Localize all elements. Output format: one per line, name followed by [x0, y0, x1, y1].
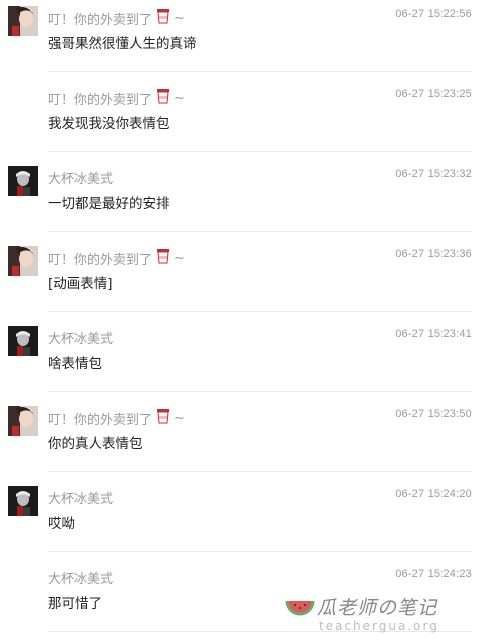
sender-name[interactable]: 叮！你的外卖到了 ~ [48, 88, 185, 108]
avatar[interactable] [8, 486, 38, 516]
message-timestamp: 06-27 15:22:56 [395, 8, 472, 20]
sender-name-text: 大杯冰美式 [48, 572, 114, 587]
sender-name[interactable]: 叮！你的外卖到了 ~ [48, 408, 185, 428]
sender-name[interactable]: 叮！你的外卖到了 ~ [48, 248, 185, 268]
sender-name-suffix: ~ [174, 10, 185, 26]
sender-name-suffix: ~ [174, 90, 185, 106]
takeout-cup-icon [156, 248, 170, 268]
sender-name-suffix: ~ [174, 410, 185, 426]
message-row: 叮！你的外卖到了 ~06-27 15:23:50 你的真人表情包 [0, 400, 487, 480]
sender-name[interactable]: 大杯冰美式 [48, 168, 113, 187]
message-text: 强哥果然很懂人生的真谛 [48, 36, 197, 52]
divider [48, 551, 472, 552]
sender-name-text: 叮！你的外卖到了 [48, 412, 153, 428]
message-row: 大杯冰美式 06-27 15:23:32 一切都是最好的安排 [0, 160, 487, 240]
takeout-cup-icon [156, 408, 170, 428]
watermark: 瓜老师の笔记 teachergua.org [285, 593, 475, 637]
message-text: 哎呦 [48, 516, 75, 532]
divider [48, 311, 472, 312]
sender-name-text: 叮！你的外卖到了 [48, 12, 153, 28]
message-timestamp: 06-27 15:23:25 [395, 88, 472, 100]
sender-name-text: 叮！你的外卖到了 [48, 252, 153, 268]
message-text: 啥表情包 [48, 356, 102, 372]
watermark-title: 瓜老师の笔记 [317, 597, 438, 619]
divider [48, 231, 472, 232]
takeout-cup-icon [156, 88, 170, 108]
chat-history: 叮！你的外卖到了 ~06-27 15:22:56 强哥果然很懂人生的真谛 叮！你的外卖… [0, 0, 487, 640]
avatar[interactable] [8, 166, 38, 196]
sender-name-text: 大杯冰美式 [48, 332, 114, 347]
divider [48, 71, 472, 72]
sender-name-text: 叮！你的外卖到了 [48, 92, 153, 108]
avatar[interactable] [8, 406, 38, 436]
message-row: 大杯冰美式 06-27 15:23:41 啥表情包 [0, 320, 487, 400]
divider [48, 151, 472, 152]
message-timestamp: 06-27 15:23:32 [395, 168, 472, 180]
message-text: 我发现我没你表情包 [48, 116, 170, 132]
avatar[interactable] [8, 326, 38, 356]
sender-name[interactable]: 叮！你的外卖到了 ~ [48, 8, 185, 28]
sender-name[interactable]: 大杯冰美式 [48, 488, 113, 507]
message-text: 那可惜了 [48, 596, 102, 612]
message-text: 一切都是最好的安排 [48, 196, 170, 212]
sender-name-suffix: ~ [174, 250, 185, 266]
takeout-cup-icon [156, 8, 170, 28]
message-timestamp: 06-27 15:23:41 [395, 328, 472, 340]
divider [48, 391, 472, 392]
sender-name-text: 大杯冰美式 [48, 172, 114, 187]
sender-name[interactable]: 大杯冰美式 [48, 328, 113, 347]
message-timestamp: 06-27 15:23:36 [395, 248, 472, 260]
message-timestamp: 06-27 15:23:50 [395, 408, 472, 420]
message-row: 叮！你的外卖到了 ~06-27 15:23:25 我发现我没你表情包 [0, 80, 487, 160]
watermelon-icon [285, 600, 315, 616]
avatar[interactable] [8, 6, 38, 36]
message-row: 叮！你的外卖到了 ~06-27 15:23:36 [动画表情] [0, 240, 487, 320]
message-row: 叮！你的外卖到了 ~06-27 15:22:56 强哥果然很懂人生的真谛 [0, 0, 487, 80]
sender-name-text: 大杯冰美式 [48, 492, 114, 507]
message-timestamp: 06-27 15:24:20 [395, 488, 472, 500]
message-text: 你的真人表情包 [48, 436, 143, 452]
sender-name[interactable]: 大杯冰美式 [48, 568, 113, 587]
watermark-url: teachergua.org [319, 619, 439, 633]
avatar[interactable] [8, 246, 38, 276]
message-text: [动画表情] [48, 276, 113, 292]
message-timestamp: 06-27 15:24:23 [395, 568, 472, 580]
message-row: 大杯冰美式 06-27 15:24:20 哎呦 [0, 480, 487, 560]
divider [48, 471, 472, 472]
